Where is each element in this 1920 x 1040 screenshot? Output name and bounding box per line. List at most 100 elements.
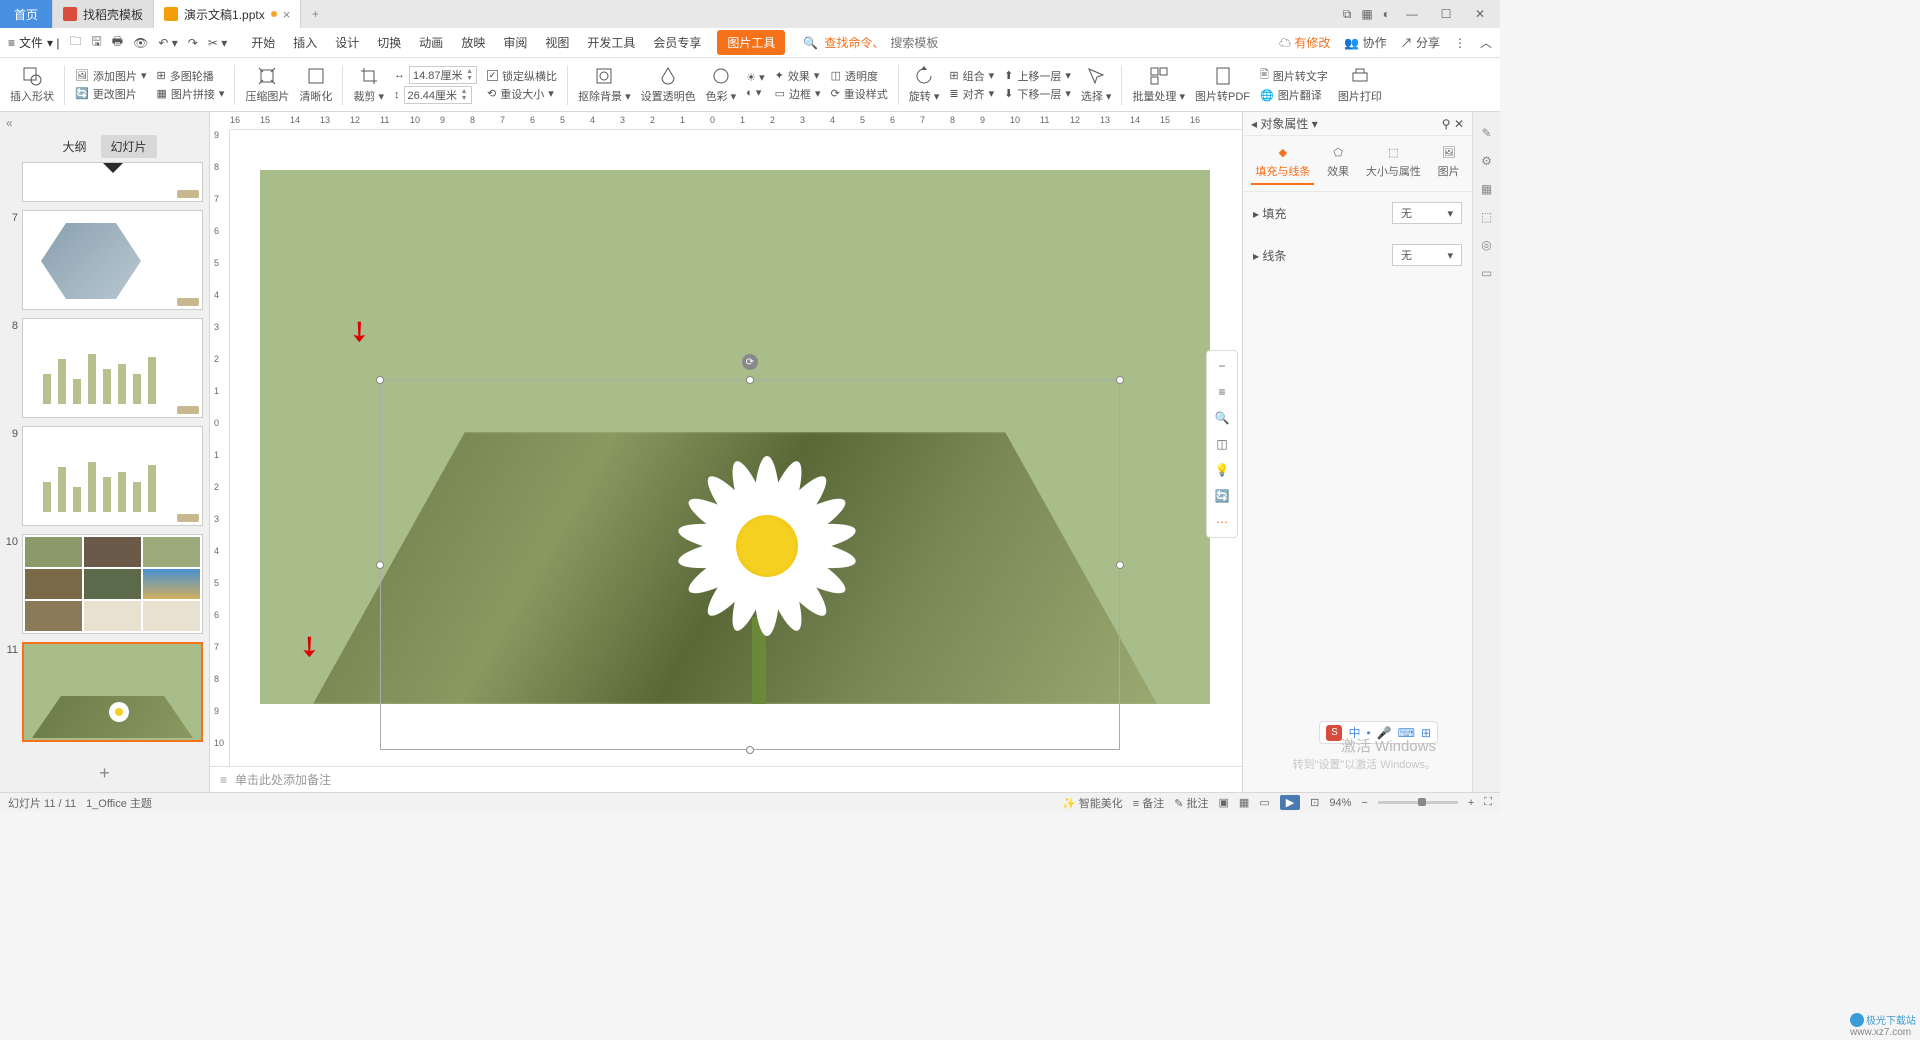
layers-float-icon[interactable]: ≡ (1211, 381, 1233, 403)
prop-tab-image[interactable]: 🖼图片 (1434, 142, 1464, 185)
dock-select-icon[interactable]: ⬚ (1481, 210, 1492, 224)
image-object[interactable] (313, 432, 1157, 704)
zoom-in-icon[interactable]: + (1468, 797, 1474, 809)
align-button[interactable]: ≣ 对齐 ▾ (949, 86, 994, 102)
clarity-button[interactable]: 清晰化 (299, 58, 332, 111)
rotate-handle[interactable]: ⟳ (742, 354, 758, 370)
view-reading-icon[interactable]: ▭ (1259, 796, 1269, 809)
fill-section[interactable]: ▸ 填充 无▾ (1243, 192, 1472, 234)
panel-collapse-icon[interactable]: « (0, 112, 209, 134)
convert-float-icon[interactable]: 🔄 (1211, 485, 1233, 507)
beautify-button[interactable]: ✨ 智能美化 (1062, 795, 1123, 811)
zoom-value[interactable]: 94% (1329, 797, 1351, 809)
batch-button[interactable]: 批量处理 ▾ (1132, 58, 1185, 111)
notes-placeholder[interactable]: 单击此处添加备注 (235, 771, 331, 788)
close-panel-icon[interactable]: ✕ (1454, 117, 1464, 131)
menu-review[interactable]: 审阅 (501, 30, 529, 55)
slide-thumb-10[interactable] (22, 534, 203, 634)
fullscreen-icon[interactable]: ⛶ (1484, 796, 1492, 809)
notes-bar[interactable]: ≡ 单击此处添加备注 (210, 766, 1242, 792)
format-painter-icon[interactable]: ✂ ▾ (208, 36, 227, 50)
slide-thumb-6[interactable] (22, 162, 203, 202)
modified-indicator[interactable]: ☁ 有修改 (1279, 34, 1330, 51)
dock-location-icon[interactable]: ◎ (1481, 238, 1491, 252)
height-input[interactable]: 26.44厘米▲▼ (404, 86, 472, 104)
slide-thumb-7[interactable] (22, 210, 203, 310)
multi-rotate-button[interactable]: ⊞ 多图轮播 (157, 68, 225, 84)
move-down-button[interactable]: ⬇ 下移一层 ▾ (1004, 86, 1071, 102)
line-section[interactable]: ▸ 线条 无▾ (1243, 234, 1472, 276)
menu-transition[interactable]: 切换 (375, 30, 403, 55)
add-slide-button[interactable]: + (99, 763, 110, 784)
undo-icon[interactable]: ↶ ▾ (158, 36, 177, 50)
dock-design-icon[interactable]: ✎ (1481, 126, 1491, 140)
select-button[interactable]: 选择 ▾ (1081, 58, 1112, 111)
window-restore[interactable]: ☐ (1434, 7, 1458, 21)
translate-button[interactable]: 🌐 图片翻译 (1260, 87, 1328, 103)
outline-tab[interactable]: 大纲 (52, 135, 96, 158)
transparent-color-button[interactable]: 设置透明色 (641, 58, 696, 111)
menu-insert[interactable]: 插入 (291, 30, 319, 55)
transparency-button[interactable]: ◫ 透明度 (831, 68, 888, 84)
effects-button[interactable]: ✦ 效果 ▾ (775, 68, 821, 84)
insert-shape-button[interactable]: 插入形状 (10, 58, 54, 111)
magnify-float-icon[interactable]: 🔍 (1211, 407, 1233, 429)
menu-show[interactable]: 放映 (459, 30, 487, 55)
open-icon[interactable]: 🗀 (70, 32, 82, 53)
fill-select[interactable]: 无▾ (1392, 202, 1462, 224)
fit-icon[interactable]: ⊡ (1310, 796, 1319, 809)
add-image-button[interactable]: 🖼 添加图片 ▾ (75, 68, 147, 84)
redo-icon[interactable]: ↷ (188, 36, 198, 50)
save-icon[interactable]: 🖫 (92, 32, 102, 53)
change-image-button[interactable]: 🔄 更改图片 (75, 86, 147, 102)
dock-settings-icon[interactable]: ⚙ (1481, 154, 1492, 168)
width-input[interactable]: 14.87厘米▲▼ (409, 66, 477, 84)
to-pdf-button[interactable]: 图片转PDF (1195, 58, 1250, 111)
lock-ratio-checkbox[interactable]: ✓ 锁定纵横比 (487, 68, 557, 84)
window-minimize[interactable]: — (1400, 7, 1424, 21)
crop-button[interactable]: 裁剪 ▾ (353, 58, 384, 111)
window-close[interactable]: ✕ (1468, 7, 1492, 21)
dock-template-icon[interactable]: ▦ (1481, 182, 1492, 196)
preview-icon[interactable]: 👁 (133, 36, 148, 50)
border-button[interactable]: ▭ 边框 ▾ (775, 86, 821, 102)
slide-thumb-9[interactable] (22, 426, 203, 526)
zoom-slider[interactable] (1378, 801, 1458, 804)
rotate-button[interactable]: 旋转 ▾ (909, 58, 940, 111)
more-float-icon[interactable]: ⋯ (1211, 511, 1233, 533)
handle-bm[interactable] (746, 746, 754, 754)
color-button[interactable]: 色彩 ▾ (706, 58, 737, 111)
tab-document[interactable]: 演示文稿1.pptx× (154, 0, 301, 28)
prop-tab-size[interactable]: ⬚大小与属性 (1362, 142, 1425, 185)
line-select[interactable]: 无▾ (1392, 244, 1462, 266)
view-sorter-icon[interactable]: ▦ (1239, 796, 1249, 809)
slides-tab[interactable]: 幻灯片 (101, 135, 157, 158)
share-button[interactable]: ↗ 分享 (1401, 34, 1440, 51)
slide-thumb-11[interactable] (22, 642, 203, 742)
image-tile-button[interactable]: ▦ 图片拼接 ▾ (157, 86, 225, 102)
to-text-button[interactable]: 🖹 图片转文字 (1260, 66, 1328, 85)
coop-button[interactable]: 👥 协作 (1344, 34, 1386, 51)
close-tab-icon[interactable]: × (283, 7, 291, 22)
idea-float-icon[interactable]: 💡 (1211, 459, 1233, 481)
menu-view[interactable]: 视图 (543, 30, 571, 55)
view-play-icon[interactable]: ▶ (1280, 795, 1300, 810)
search-input[interactable] (890, 36, 990, 50)
reset-style-button[interactable]: ⟳ 重设样式 (831, 86, 888, 102)
menu-member[interactable]: 会员专享 (651, 30, 703, 55)
collapse-ribbon-icon[interactable]: ︿ (1480, 34, 1492, 51)
menu-design[interactable]: 设计 (333, 30, 361, 55)
remove-bg-button[interactable]: 抠除背景 ▾ (578, 58, 631, 111)
more-menu-icon[interactable]: ⋮ (1454, 36, 1466, 50)
move-up-button[interactable]: ⬆ 上移一层 ▾ (1004, 68, 1071, 84)
compress-button[interactable]: 压缩图片 (245, 58, 289, 111)
tab-add[interactable]: + (301, 0, 329, 28)
image-print-button[interactable]: 图片打印 (1338, 58, 1382, 111)
pin-icon[interactable]: ⚲ (1442, 117, 1451, 131)
prop-tab-effect[interactable]: ⬠效果 (1323, 142, 1353, 185)
print-icon[interactable]: 🖶 (112, 32, 123, 53)
menu-animation[interactable]: 动画 (417, 30, 445, 55)
contrast-button[interactable]: ◐ ▾ (746, 86, 764, 99)
zoom-out-icon[interactable]: − (1361, 797, 1367, 809)
layout-icon[interactable]: ⧉ (1343, 7, 1352, 22)
